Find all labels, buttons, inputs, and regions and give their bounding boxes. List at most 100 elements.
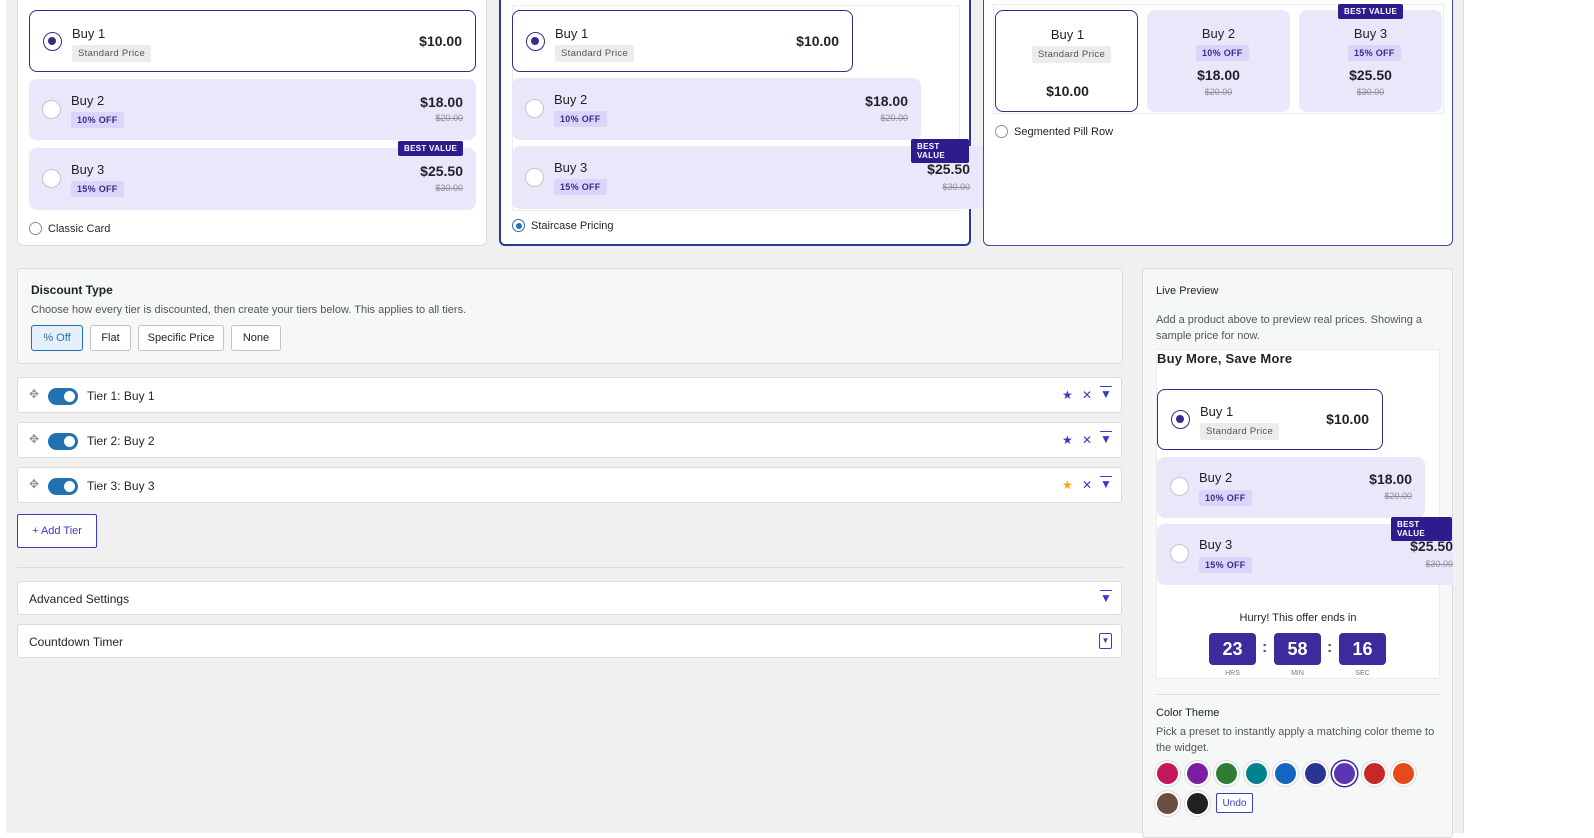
color-swatch[interactable] [1363,763,1385,784]
offer-badge: 15% OFF [71,181,124,197]
discount-percent-button[interactable]: % Off [31,325,83,351]
offer-option[interactable]: Buy 1 Standard Price $10.00 [1157,389,1383,450]
countdown-timer-section[interactable]: Countdown Timer ▼ [17,624,1122,658]
offer-price: $18.00 [865,93,908,109]
theme-help: Pick a preset to instantly apply a match… [1156,726,1435,754]
tier-toggle[interactable] [48,433,78,450]
radio[interactable] [42,169,61,188]
offer-price: $18.00 [420,94,463,110]
color-swatch[interactable] [1393,763,1414,784]
countdown-separator: : [1262,639,1268,656]
chevron-down-icon[interactable]: ▼ [1099,633,1112,649]
theme-title: Color Theme [1156,707,1220,719]
tier-label: Tier 1: Buy 1 [87,389,155,403]
color-swatch[interactable] [1275,763,1296,784]
color-swatch[interactable] [1334,763,1355,784]
section-title: Advanced Settings [29,592,130,606]
layout-segmented-pill-row[interactable]: Buy 1 Standard Price $10.00 Buy 2 10% OF… [983,0,1453,246]
offer-option[interactable]: Buy 3 15% OFF $25.50 $30.00 [29,148,476,210]
star-icon[interactable]: ★ [1062,388,1073,402]
star-icon[interactable]: ★ [1062,433,1073,447]
tier-toggle[interactable] [48,478,78,495]
countdown-separator: : [1327,639,1333,656]
radio[interactable] [1171,410,1190,429]
tier-row[interactable]: ✥ Tier 3: Buy 3 ★ ✕ ▼ [17,467,1122,503]
offer-badge: Standard Price [555,45,635,62]
radio[interactable] [525,99,544,118]
seconds-label: SEC [1355,670,1370,677]
radio[interactable] [526,32,545,51]
chevron-down-icon[interactable]: ▼ [1100,387,1112,401]
offer-old-price: $30.00 [1356,87,1385,97]
countdown-seconds: 16 [1339,633,1386,665]
offer-option[interactable]: Buy 2 10% OFF $18.00 $20.00 [1157,457,1425,518]
offer-badge: Standard Price [1032,46,1112,63]
offer-badge: 10% OFF [554,111,607,127]
offer-badge: 10% OFF [1196,45,1249,61]
layout-radio[interactable] [29,222,42,235]
color-swatch[interactable] [1157,793,1178,814]
offer-price: $18.00 [1197,67,1240,83]
best-value-badge: BEST VALUE [1391,517,1452,541]
layout-staircase[interactable]: Buy 1 Standard Price $10.00 Buy 2 10% OF… [499,0,983,246]
section-title: Countdown Timer [29,635,124,649]
tier-row[interactable]: ✥ Tier 1: Buy 1 ★ ✕ ▼ [17,377,1122,413]
offer-name: Buy 1 [555,26,589,41]
advanced-settings-section[interactable]: Advanced Settings ▼ [17,581,1122,615]
drag-handle-icon[interactable]: ✥ [29,477,39,491]
radio[interactable] [1170,544,1189,563]
chevron-down-icon[interactable]: ▼ [1100,591,1112,605]
drag-handle-icon[interactable]: ✥ [29,432,39,446]
radio[interactable] [525,168,544,187]
discount-type-panel: Discount Type Choose how every tier is d… [17,268,1123,364]
layout-radio[interactable] [512,219,525,232]
offer-option[interactable]: Buy 1 Standard Price $10.00 [512,10,853,72]
layout-radio[interactable] [995,125,1008,138]
add-tier-button[interactable]: + Add Tier [17,514,97,548]
offer-badge: Standard Price [72,45,152,62]
offer-name: Buy 3 [71,162,105,177]
color-swatch[interactable] [1186,793,1208,814]
undo-button[interactable]: Undo [1216,793,1253,813]
color-swatch[interactable] [1157,763,1178,784]
offer-option[interactable]: Buy 1 Standard Price $10.00 [29,10,476,72]
tier-toggle[interactable] [48,388,78,405]
layout-classic-card[interactable]: Buy 1 Standard Price $10.00 Buy 2 10% OF… [17,0,487,246]
tier-label: Tier 2: Buy 2 [87,434,155,448]
countdown-minutes: 58 [1274,633,1321,665]
pill-option[interactable]: Buy 3 15% OFF $25.50 $30.00 [1299,10,1442,112]
radio[interactable] [1170,477,1189,496]
offer-name: Buy 3 [1353,26,1388,41]
close-icon[interactable]: ✕ [1082,478,1092,492]
color-swatch[interactable] [1216,763,1237,784]
offer-price: $10.00 [1326,411,1369,427]
radio[interactable] [42,100,61,119]
best-value-badge: BEST VALUE [398,141,464,156]
widget-title: Buy More, Save More [1157,351,1293,366]
best-value-badge: BEST VALUE [1338,4,1404,19]
offer-badge: 10% OFF [71,112,124,128]
tier-row[interactable]: ✥ Tier 2: Buy 2 ★ ✕ ▼ [17,422,1122,458]
layout-label: Segmented Pill Row [1014,126,1114,138]
discount-specific-price-button[interactable]: Specific Price [138,325,224,351]
offer-option[interactable]: Buy 2 10% OFF $18.00 $20.00 [29,79,476,140]
chevron-down-icon[interactable]: ▼ [1100,477,1112,491]
offer-name: Buy 1 [1050,27,1085,42]
offer-old-price: $20.00 [1204,87,1233,97]
offer-option[interactable]: Buy 2 10% OFF $18.00 $20.00 [512,78,921,140]
pill-option[interactable]: Buy 1 Standard Price $10.00 [995,10,1138,112]
star-icon[interactable]: ★ [1062,478,1073,492]
discount-flat-button[interactable]: Flat [90,325,131,351]
color-swatch[interactable] [1186,763,1208,784]
close-icon[interactable]: ✕ [1082,388,1092,402]
drag-handle-icon[interactable]: ✥ [29,387,39,401]
close-icon[interactable]: ✕ [1082,433,1092,447]
discount-none-button[interactable]: None [231,325,281,351]
color-swatch[interactable] [1245,763,1267,784]
chevron-down-icon[interactable]: ▼ [1100,432,1112,446]
layout-label: Classic Card [48,223,111,235]
pill-option[interactable]: Buy 2 10% OFF $18.00 $20.00 [1147,10,1290,112]
color-swatch[interactable] [1304,763,1326,784]
radio[interactable] [43,32,62,51]
preview-title: Live Preview [1156,285,1219,297]
